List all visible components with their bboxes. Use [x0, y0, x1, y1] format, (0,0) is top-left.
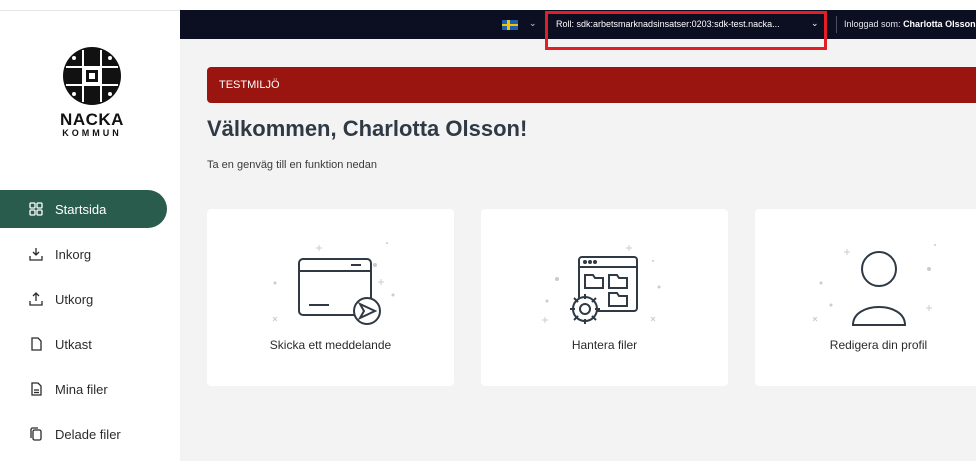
sidebar-item-mina-filer[interactable]: Mina filer — [0, 370, 180, 408]
login-prefix: Inloggad som: — [844, 19, 901, 29]
role-value: sdk:arbetsmarknadsinsatser:0203:sdk-test… — [576, 19, 780, 29]
page-title: Välkommen, Charlotta Olsson! — [207, 116, 528, 141]
brand-name: NACKA — [60, 110, 124, 129]
sidebar-item-label: Utkast — [55, 336, 92, 352]
sidebar-item-label: Inkorg — [55, 246, 92, 262]
login-user: Charlotta Olsson — [903, 19, 976, 29]
brand-subname: KOMMUN — [62, 128, 122, 138]
chevron-down-icon[interactable]: ⌄ — [811, 18, 819, 29]
sidebar-item-utkorg[interactable]: Utkorg — [0, 280, 180, 318]
app-window: NACKA KOMMUN Startsida Inkorg Utkorg Utk… — [0, 0, 976, 461]
card-label: Hantera filer — [571, 338, 638, 352]
inbox-download-icon — [29, 247, 43, 261]
card-label: Redigera din profil — [829, 338, 928, 352]
send-message-icon — [272, 242, 395, 325]
environment-banner: TESTMILJÖ — [207, 67, 976, 103]
shared-files-icon — [29, 427, 43, 441]
sv-flag-icon[interactable] — [502, 20, 518, 30]
manage-files-icon — [542, 245, 661, 324]
sidebar-item-label: Delade filer — [55, 426, 121, 442]
login-info: Inloggad som: Charlotta Olsson — [844, 19, 976, 29]
draft-document-icon — [29, 337, 43, 351]
sidebar-item-utkast[interactable]: Utkast — [0, 325, 180, 363]
card-manage-files[interactable]: Hantera filer — [481, 209, 728, 386]
nacka-emblem-icon — [63, 47, 121, 105]
file-icon — [29, 382, 43, 396]
sidebar-nav: Startsida Inkorg Utkorg Utkast Mina file… — [0, 190, 180, 460]
card-send-message[interactable]: Skicka ett meddelande — [207, 209, 454, 386]
card-label: Skicka ett meddelande — [269, 338, 392, 352]
role-label: Roll: — [556, 19, 575, 29]
card-edit-profile[interactable]: Redigera din profil — [755, 209, 976, 386]
divider — [836, 16, 837, 33]
chevron-down-icon[interactable]: ⌄ — [529, 18, 537, 29]
sidebar: NACKA KOMMUN Startsida Inkorg Utkorg Utk… — [0, 0, 180, 461]
topbar: ⌄ Roll: sdk:arbetsmarknadsinsatser:0203:… — [180, 10, 976, 50]
main-content: ⌄ Roll: sdk:arbetsmarknadsinsatser:0203:… — [180, 10, 976, 461]
sidebar-item-startsida[interactable]: Startsida — [0, 190, 167, 228]
role-selector[interactable]: Roll: sdk:arbetsmarknadsinsatser:0203:sd… — [556, 19, 780, 29]
sidebar-item-delade-filer[interactable]: Delade filer — [0, 415, 180, 453]
highlight-box — [545, 11, 827, 50]
page-subtitle: Ta en genväg till en funktion nedan — [207, 159, 378, 171]
grid-icon — [29, 202, 43, 216]
sidebar-item-label: Utkorg — [55, 291, 94, 307]
divider — [0, 10, 180, 11]
sidebar-item-label: Startsida — [55, 201, 107, 217]
user-profile-icon — [812, 244, 936, 326]
sidebar-item-inkorg[interactable]: Inkorg — [0, 235, 180, 273]
outbox-upload-icon — [29, 292, 43, 306]
brand-logo[interactable]: NACKA KOMMUN — [50, 46, 134, 138]
sidebar-item-label: Mina filer — [55, 381, 108, 397]
